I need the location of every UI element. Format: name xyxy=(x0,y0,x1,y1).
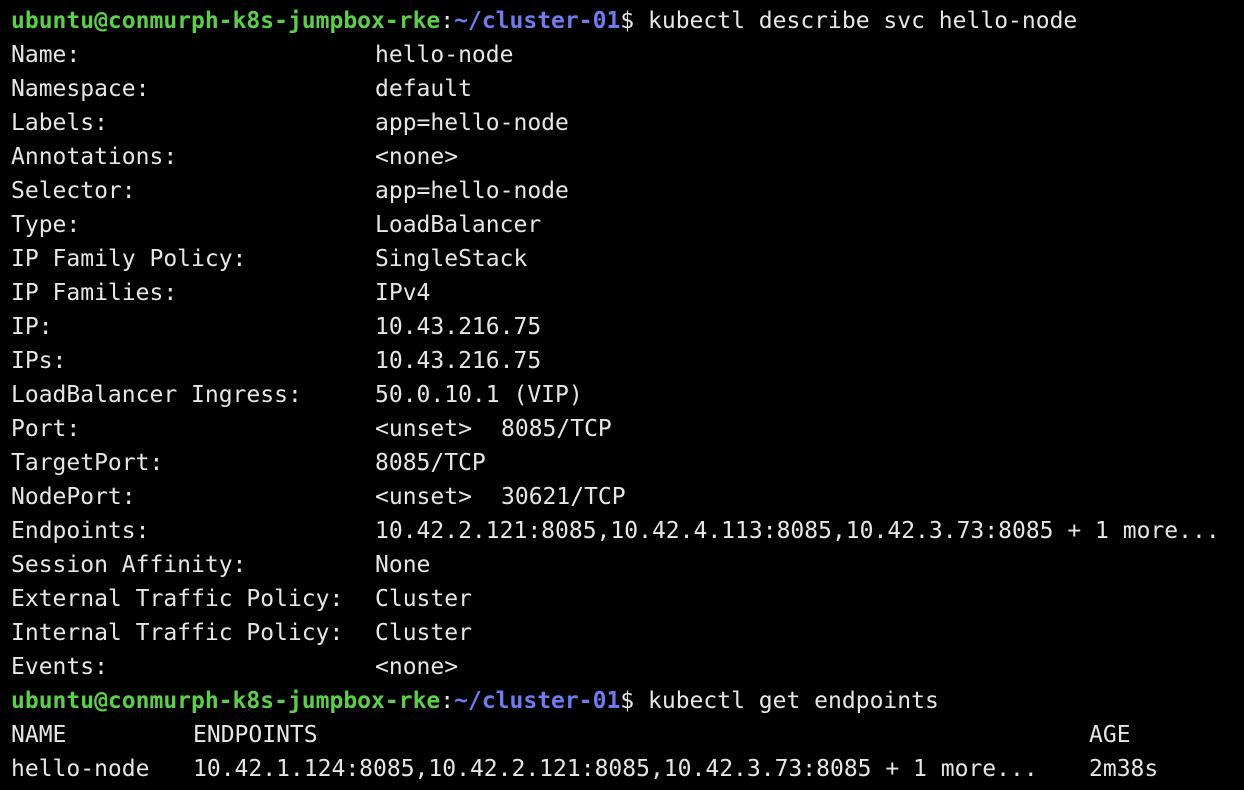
describe-value: app=hello-node xyxy=(375,110,569,136)
describe-value: 10.42.2.121:8085,10.42.4.113:8085,10.42.… xyxy=(375,518,1220,544)
describe-row: IP Families: IPv4 xyxy=(11,276,1244,310)
prompt-colon: : xyxy=(440,8,455,34)
describe-key: Events: xyxy=(11,654,108,680)
describe-row: External Traffic Policy: Cluster xyxy=(11,582,1244,616)
describe-value: None xyxy=(375,552,431,578)
port-unset-value: <unset> xyxy=(375,416,472,442)
describe-row: Annotations: <none> xyxy=(11,140,1244,174)
describe-row: Namespace: default xyxy=(11,72,1244,106)
describe-value: LoadBalancer xyxy=(375,212,542,238)
describe-value: 8085/TCP xyxy=(375,450,486,476)
describe-value: <none> xyxy=(375,654,459,680)
describe-value: Cluster xyxy=(375,620,472,646)
describe-row: TargetPort: 8085/TCP xyxy=(11,446,1244,480)
column-header-name: NAME xyxy=(11,722,67,748)
describe-row: NodePort: <unset> 30621/TCP xyxy=(11,480,1244,514)
describe-row: Session Affinity: None xyxy=(11,548,1244,582)
prompt-line-describe: ubuntu@conmurph-k8s-jumpbox-rke:~/cluste… xyxy=(11,4,1244,38)
describe-key: Name: xyxy=(11,42,81,68)
describe-key: IP Family Policy: xyxy=(11,246,247,272)
prompt-path: ~/cluster-01 xyxy=(454,688,621,714)
prompt-path: ~/cluster-01 xyxy=(454,8,621,34)
column-header-age: AGE xyxy=(1089,722,1131,748)
port-value: 8085/TCP xyxy=(501,416,612,442)
prompt-user-host: ubuntu@conmurph-k8s-jumpbox-rke xyxy=(11,8,441,34)
describe-row: Events: <none> xyxy=(11,650,1244,684)
describe-row: Endpoints: 10.42.2.121:8085,10.42.4.113:8… xyxy=(11,514,1244,548)
describe-key: TargetPort: xyxy=(11,450,164,476)
describe-value: hello-node xyxy=(375,42,514,68)
prompt-user-host: ubuntu@conmurph-k8s-jumpbox-rke xyxy=(11,688,441,714)
describe-row: LoadBalancer Ingress: 50.0.10.1 (VIP) xyxy=(11,378,1244,412)
prompt-dollar: $ xyxy=(620,8,635,34)
describe-row: Port: <unset> 8085/TCP xyxy=(11,412,1244,446)
describe-key: IPs: xyxy=(11,348,67,374)
describe-row: Internal Traffic Policy: Cluster xyxy=(11,616,1244,650)
describe-value: 10.43.216.75 xyxy=(375,348,542,374)
terminal-screen: ubuntu@conmurph-k8s-jumpbox-rke:~/cluste… xyxy=(11,4,1244,786)
describe-key: Endpoints: xyxy=(11,518,150,544)
describe-value: SingleStack xyxy=(375,246,528,272)
command-text: kubectl get endpoints xyxy=(648,688,939,714)
command-text: kubectl describe svc hello-node xyxy=(648,8,1078,34)
describe-key: Selector: xyxy=(11,178,136,204)
describe-row: Labels: app=hello-node xyxy=(11,106,1244,140)
describe-key: Internal Traffic Policy: xyxy=(11,620,344,646)
describe-key: Type: xyxy=(11,212,81,238)
describe-row: IPs: 10.43.216.75 xyxy=(11,344,1244,378)
describe-row: Name: hello-node xyxy=(11,38,1244,72)
describe-row: Type: LoadBalancer xyxy=(11,208,1244,242)
describe-value: 10.43.216.75 xyxy=(375,314,542,340)
describe-row: IP: 10.43.216.75 xyxy=(11,310,1244,344)
port-unset-value: <unset> xyxy=(375,484,472,510)
endpoints-table-header: NAME ENDPOINTS AGE xyxy=(11,718,1244,752)
describe-key: Port: xyxy=(11,416,81,442)
describe-key: Annotations: xyxy=(11,144,178,170)
endpoint-age-cell: 2m38s xyxy=(1089,756,1159,782)
describe-row: IP Family Policy: SingleStack xyxy=(11,242,1244,276)
describe-key: IP: xyxy=(11,314,53,340)
terminal-window[interactable]: ubuntu@conmurph-k8s-jumpbox-rke ubuntu@c… xyxy=(0,0,1244,790)
describe-value: app=hello-node xyxy=(375,178,569,204)
describe-key: IP Families: xyxy=(11,280,178,306)
describe-row: Selector: app=hello-node xyxy=(11,174,1244,208)
table-row: hello-node 10.42.1.124:8085,10.42.2.121:8… xyxy=(11,752,1244,786)
describe-value: IPv4 xyxy=(375,280,431,306)
prompt-line-get-endpoints: ubuntu@conmurph-k8s-jumpbox-rke:~/cluste… xyxy=(11,684,1244,718)
describe-key: Session Affinity: xyxy=(11,552,247,578)
describe-key: Labels: xyxy=(11,110,108,136)
describe-value: 50.0.10.1 (VIP) xyxy=(375,382,583,408)
describe-key: NodePort: xyxy=(11,484,136,510)
nodeport-value: 30621/TCP xyxy=(501,484,626,510)
describe-key: LoadBalancer Ingress: xyxy=(11,382,302,408)
endpoint-addresses-cell: 10.42.1.124:8085,10.42.2.121:8085,10.42.… xyxy=(193,756,1038,782)
describe-value: Cluster xyxy=(375,586,472,612)
describe-value: <unset> 8085/TCP xyxy=(375,412,612,446)
prompt-dollar: $ xyxy=(620,688,635,714)
describe-key: Namespace: xyxy=(11,76,150,102)
endpoint-name-cell: hello-node xyxy=(11,756,150,782)
describe-value: <unset> 30621/TCP xyxy=(375,480,626,514)
describe-value: <none> xyxy=(375,144,459,170)
describe-key: External Traffic Policy: xyxy=(11,586,344,612)
describe-value: default xyxy=(375,76,472,102)
prompt-colon: : xyxy=(440,688,455,714)
column-header-endpoints: ENDPOINTS xyxy=(193,722,318,748)
